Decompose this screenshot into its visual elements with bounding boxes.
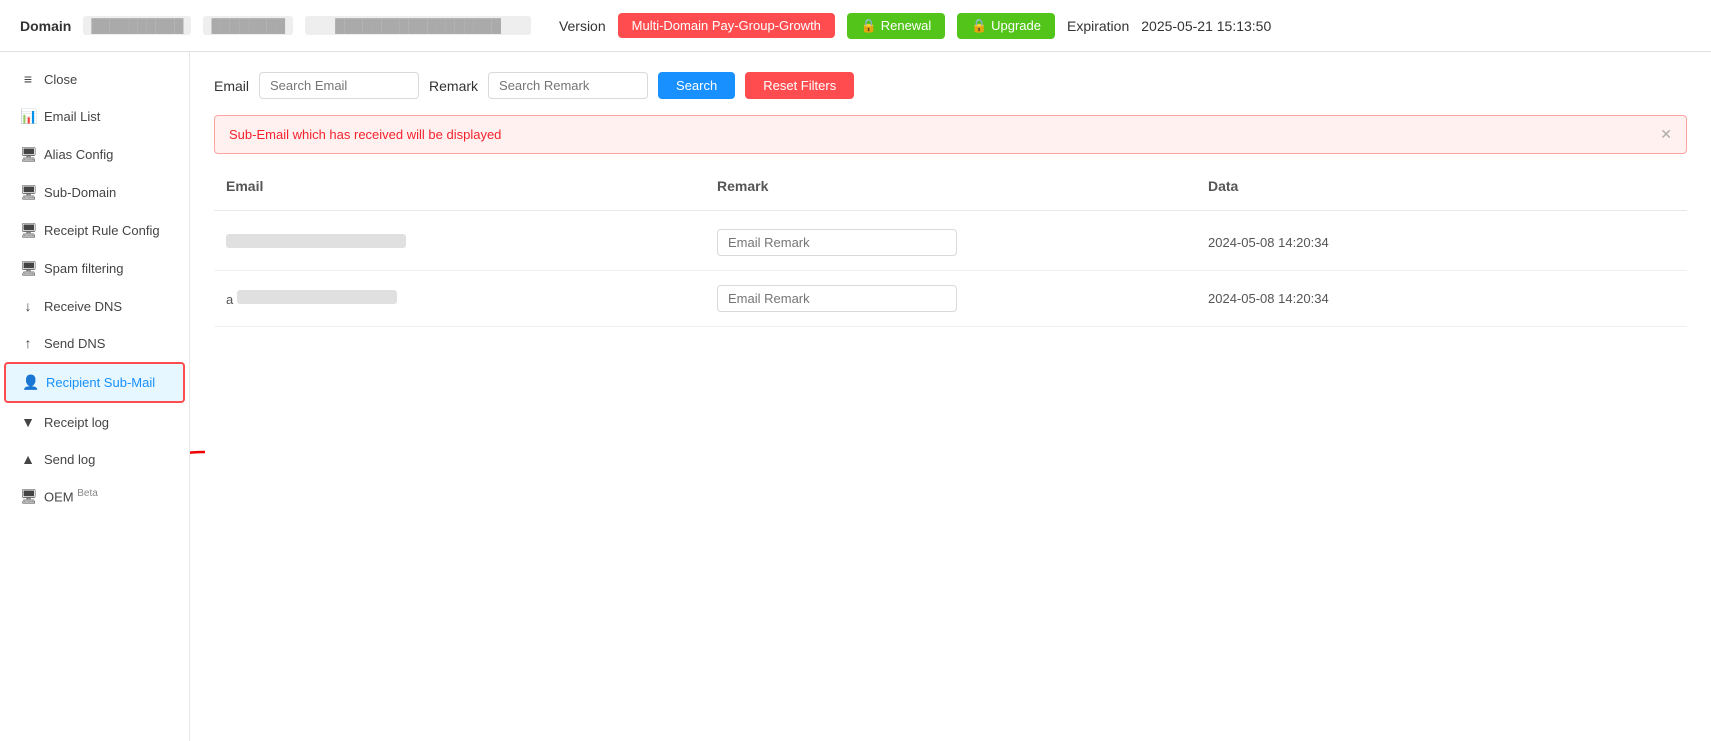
sidebar-item-receipt-rule-config[interactable]: 🖥 Receipt Rule Config xyxy=(4,212,185,249)
monitor-icon-4: 🖥 xyxy=(20,260,36,277)
chart-icon: 📊 xyxy=(20,108,36,125)
sidebar-item-label: Send log xyxy=(44,452,95,467)
blurred-email-1 xyxy=(226,234,406,248)
sidebar-item-sub-domain[interactable]: 🖥 Sub-Domain xyxy=(4,174,185,211)
blurred-email-2 xyxy=(237,290,397,304)
arrow-up-icon: ↑ xyxy=(20,335,36,351)
sidebar-item-alias-config[interactable]: 🖥 Alias Config xyxy=(4,136,185,173)
sidebar-item-label: Spam filtering xyxy=(44,261,123,276)
version-button[interactable]: Multi-Domain Pay-Group-Growth xyxy=(618,13,835,38)
sidebar-item-label: OEM Beta xyxy=(44,488,98,504)
search-button[interactable]: Search xyxy=(658,72,735,99)
domain-value-3: ██████████████████ xyxy=(305,16,531,35)
domain-value-1: ██████████ xyxy=(83,16,191,35)
table-row: 2024-05-08 14:20:34 xyxy=(214,215,1687,271)
monitor-icon-2: 🖥 xyxy=(20,184,36,201)
remark-input-2[interactable] xyxy=(717,285,957,312)
sidebar-item-send-log[interactable]: ▲ Send log xyxy=(4,441,185,477)
email-prefix-2: a xyxy=(226,292,233,307)
chevron-up-icon: ▲ xyxy=(20,451,36,467)
sidebar-item-oem[interactable]: 🖥 OEM Beta xyxy=(4,478,185,515)
content-area: Email Remark Search Reset Filters Sub-Em… xyxy=(190,52,1711,741)
sidebar-item-label: Close xyxy=(44,72,77,87)
sidebar-item-label: Receipt log xyxy=(44,415,109,430)
top-bar: Domain ██████████ ████████ █████████████… xyxy=(0,0,1711,52)
remark-cell-1[interactable] xyxy=(705,223,1196,262)
monitor-icon-3: 🖥 xyxy=(20,222,36,239)
domain-value-2: ████████ xyxy=(203,16,293,35)
monitor-icon-5: 🖥 xyxy=(20,488,36,505)
sidebar-item-close[interactable]: ≡ Close xyxy=(4,61,185,97)
sidebar-item-label: Send DNS xyxy=(44,336,105,351)
data-table: Email Remark Data 2024-05-08 14:20:34 xyxy=(214,170,1687,327)
email-cell-2: a xyxy=(214,284,705,313)
expiration-label: Expiration xyxy=(1067,18,1129,34)
date-cell-1: 2024-05-08 14:20:34 xyxy=(1196,229,1687,256)
sidebar-item-label: Email List xyxy=(44,109,100,124)
table-row: a 2024-05-08 14:20:34 xyxy=(214,271,1687,327)
remark-cell-2[interactable] xyxy=(705,279,1196,318)
sidebar-item-label: Alias Config xyxy=(44,147,113,162)
renewal-button[interactable]: 🔒 Renewal xyxy=(847,13,945,39)
date-cell-2: 2024-05-08 14:20:34 xyxy=(1196,285,1687,312)
sidebar-item-label: Receive DNS xyxy=(44,299,122,314)
sidebar-item-label: Recipient Sub-Mail xyxy=(46,375,155,390)
chevron-down-icon: ▼ xyxy=(20,414,36,430)
date-value-2: 2024-05-08 14:20:34 xyxy=(1208,291,1329,306)
column-data: Data xyxy=(1196,170,1687,202)
sidebar-item-send-dns[interactable]: ↑ Send DNS xyxy=(4,325,185,361)
remark-filter-label: Remark xyxy=(429,78,478,94)
sidebar-item-spam-filtering[interactable]: 🖥 Spam filtering xyxy=(4,250,185,287)
sidebar-item-receive-dns[interactable]: ↓ Receive DNS xyxy=(4,288,185,324)
column-email: Email xyxy=(214,170,705,202)
column-remark: Remark xyxy=(705,170,1196,202)
sidebar: ≡ Close 📊 Email List 🖥 Alias Config 🖥 Su… xyxy=(0,52,190,741)
sidebar-item-recipient-sub-mail[interactable]: 👤 Recipient Sub-Mail xyxy=(4,362,185,403)
sidebar-item-receipt-log[interactable]: ▼ Receipt log xyxy=(4,404,185,440)
user-icon: 👤 xyxy=(22,374,38,391)
info-banner: Sub-Email which has received will be dis… xyxy=(214,115,1687,154)
upgrade-button[interactable]: 🔒 Upgrade xyxy=(957,13,1055,39)
arrow-down-icon: ↓ xyxy=(20,298,36,314)
monitor-icon: 🖥 xyxy=(20,146,36,163)
close-banner-icon[interactable]: ✕ xyxy=(1660,126,1672,143)
remark-input-1[interactable] xyxy=(717,229,957,256)
email-cell-1 xyxy=(214,228,705,257)
date-value-1: 2024-05-08 14:20:34 xyxy=(1208,235,1329,250)
domain-label: Domain xyxy=(20,18,71,34)
email-search-input[interactable] xyxy=(259,72,419,99)
main-layout: ≡ Close 📊 Email List 🖥 Alias Config 🖥 Su… xyxy=(0,52,1711,741)
filter-bar: Email Remark Search Reset Filters xyxy=(214,72,1687,99)
sidebar-item-label: Sub-Domain xyxy=(44,185,116,200)
hamburger-icon: ≡ xyxy=(20,71,36,87)
version-label: Version xyxy=(559,18,606,34)
info-banner-text: Sub-Email which has received will be dis… xyxy=(229,127,501,142)
annotation-arrow xyxy=(190,442,215,522)
expiration-value: 2025-05-21 15:13:50 xyxy=(1141,18,1271,34)
sidebar-item-label: Receipt Rule Config xyxy=(44,223,160,238)
email-filter-label: Email xyxy=(214,78,249,94)
remark-search-input[interactable] xyxy=(488,72,648,99)
reset-filters-button[interactable]: Reset Filters xyxy=(745,72,854,99)
table-header: Email Remark Data xyxy=(214,170,1687,211)
sidebar-item-email-list[interactable]: 📊 Email List xyxy=(4,98,185,135)
